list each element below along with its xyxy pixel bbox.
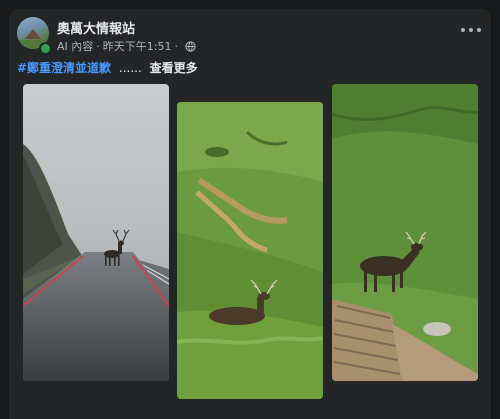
hashtag-link[interactable]: #鄭重澄清並道歉 [17, 61, 111, 75]
post-card: 奧萬大情報站 AI 內容 · 昨天下午1:51 · #鄭重澄清並道歉 .....… [9, 9, 491, 419]
post-meta: AI 內容 · 昨天下午1:51 · [57, 38, 196, 54]
post-caption: #鄭重澄清並道歉 ...... 查看更多 [17, 59, 198, 76]
ai-content-label[interactable]: AI 內容 [57, 38, 93, 54]
more-horizontal-icon [461, 28, 465, 32]
see-more-link[interactable]: 查看更多 [150, 61, 198, 75]
more-options-button[interactable] [461, 23, 481, 37]
more-horizontal-icon [477, 28, 481, 32]
more-horizontal-icon [469, 28, 473, 32]
foggy-road-image [23, 84, 169, 381]
post-photo-3[interactable] [332, 84, 478, 381]
caption-ellipsis: ...... [118, 61, 142, 75]
grass-field-image [177, 102, 323, 399]
page-name[interactable]: 奧萬大情報站 [57, 18, 135, 37]
post-photo-2[interactable] [177, 102, 323, 399]
post-photo-1[interactable] [23, 84, 169, 381]
globe-icon[interactable] [185, 40, 196, 52]
meta-separator: · [96, 39, 100, 53]
online-status-dot [39, 42, 52, 55]
avatar-house-shape [25, 29, 41, 39]
meta-separator: · [174, 39, 178, 53]
grassy-slope-image [332, 84, 478, 381]
post-timestamp[interactable]: 昨天下午1:51 [103, 38, 172, 54]
